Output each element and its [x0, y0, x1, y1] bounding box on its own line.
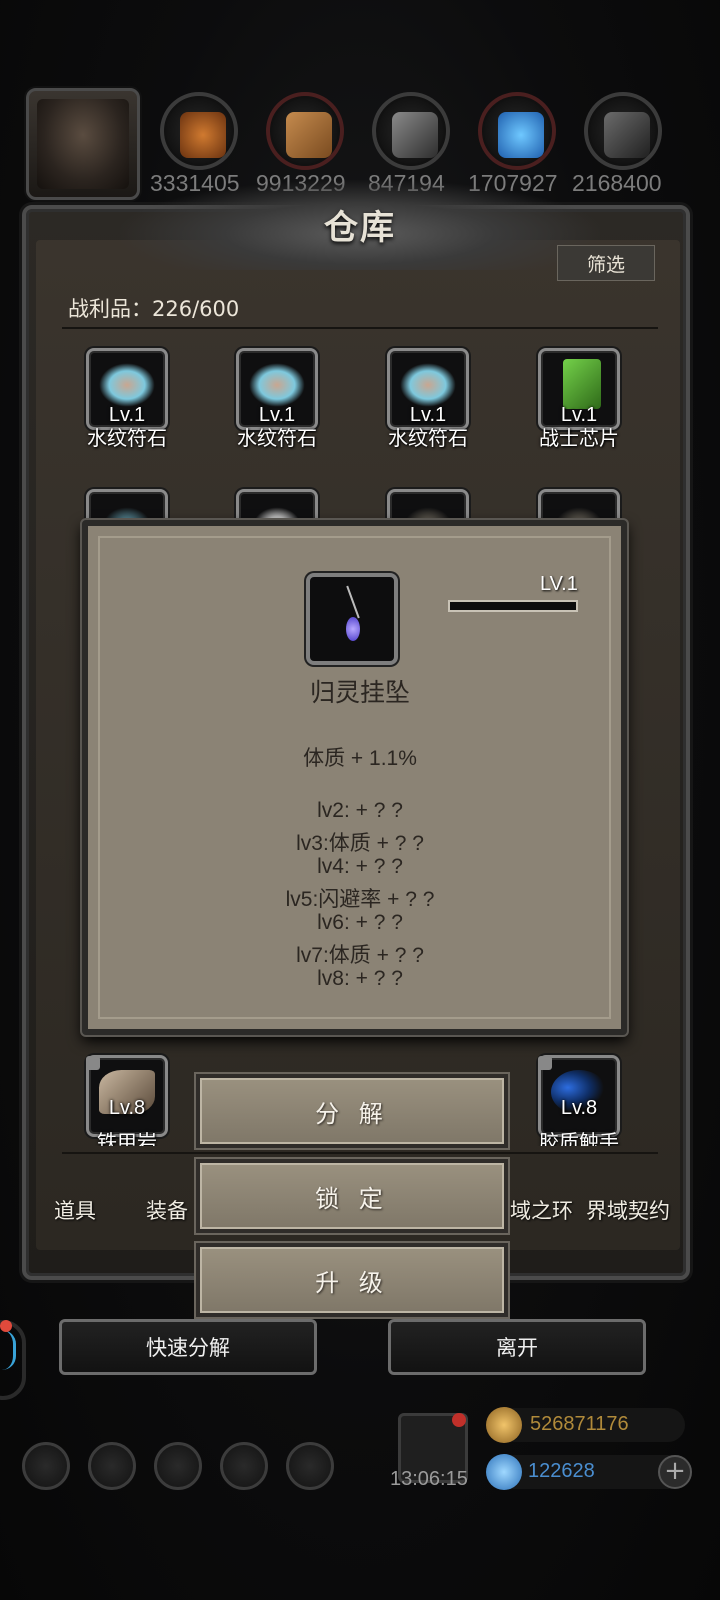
detail-level-bonus: lv7:体质 + ? ?: [296, 944, 424, 967]
item-name: 战士芯片: [539, 426, 619, 450]
detail-level-bonus: lv4: + ? ?: [317, 855, 403, 878]
gift-notification-dot: [452, 1413, 466, 1427]
resource-stone-icon: [372, 92, 450, 170]
detail-level-bonus: lv8: + ? ?: [317, 967, 403, 990]
resource-crystal-icon: [478, 92, 556, 170]
menu-shield-icon[interactable]: [286, 1442, 334, 1490]
menu-emblem-icon[interactable]: [88, 1442, 136, 1490]
quick-decompose-button[interactable]: 快速分解: [59, 1319, 317, 1375]
lock-icon: [538, 1056, 552, 1070]
detail-item-name: 归灵挂坠: [309, 678, 410, 707]
resource-wood-icon: [266, 92, 344, 170]
rune-stone-icon: [99, 363, 155, 407]
detail-main-stat: 体质 + 1.1%: [303, 747, 417, 770]
inventory-item[interactable]: Lv.1: [387, 348, 469, 430]
item-name: 水纹符石: [388, 426, 468, 450]
add-currency-button[interactable]: +: [658, 1455, 692, 1489]
menu-gear-icon[interactable]: [22, 1442, 70, 1490]
menu-map-icon[interactable]: [154, 1442, 202, 1490]
gem-icon: [486, 1454, 522, 1490]
gold-amount: 526871176: [530, 1413, 629, 1435]
item-name: 铁甲岩: [97, 1130, 157, 1146]
tab-domain-ring[interactable]: 域之环: [510, 1195, 573, 1225]
detail-level-bonus: lv6: + ? ?: [317, 911, 403, 934]
tab-equipment[interactable]: 装备: [146, 1195, 188, 1225]
gem-amount: 122628: [528, 1460, 595, 1482]
pendant-chain: [346, 585, 360, 619]
item-name: 水纹符石: [237, 426, 317, 450]
leave-button[interactable]: 离开: [388, 1319, 646, 1375]
inventory-item[interactable]: Lv.1: [86, 348, 168, 430]
detail-level-bonus: lv5:闪避率 + ? ?: [285, 888, 435, 911]
inventory-item[interactable]: Lv.1: [538, 348, 620, 430]
divider-top: [62, 327, 658, 329]
filter-button[interactable]: 筛选: [557, 245, 655, 281]
inventory-item[interactable]: Lv.1: [236, 348, 318, 430]
menu-book-icon[interactable]: [220, 1442, 268, 1490]
detail-level: LV.1: [540, 573, 578, 595]
pendant-gem-icon: [346, 617, 360, 641]
rune-stone-icon: [249, 363, 305, 407]
tab-domain-contract[interactable]: 界域契约: [586, 1195, 670, 1225]
item-name: 水纹符石: [87, 426, 167, 450]
experience-bar: [448, 600, 578, 612]
warehouse-title: 仓库: [324, 208, 396, 248]
pendant-item-icon: [306, 573, 398, 665]
gold-scroll-icon: [486, 1407, 522, 1443]
resource-iron-icon: [584, 92, 662, 170]
resource-ore-icon: [160, 92, 238, 170]
avatar-face: [37, 99, 129, 189]
upgrade-button[interactable]: 升 级: [196, 1243, 508, 1317]
clock-time: 13:06:15: [390, 1468, 468, 1490]
decompose-button[interactable]: 分 解: [196, 1074, 508, 1148]
tab-items[interactable]: 道具: [54, 1195, 96, 1225]
chip-icon: [563, 359, 601, 409]
lock-button[interactable]: 锁 定: [196, 1159, 508, 1233]
detail-level-bonus: lv3:体质 + ? ?: [296, 832, 424, 855]
divider-bottom: [62, 1152, 658, 1154]
lock-icon: [86, 1056, 100, 1070]
loot-count-label: 战利品：226/600: [68, 297, 240, 321]
rune-stone-icon: [400, 363, 456, 407]
notification-dot: [0, 1320, 12, 1332]
item-level: Lv.8: [108, 1097, 146, 1119]
item-name: 胶质触手: [539, 1130, 619, 1146]
detail-level-bonus: lv2: + ? ?: [317, 799, 403, 822]
item-level: Lv.8: [560, 1097, 598, 1119]
